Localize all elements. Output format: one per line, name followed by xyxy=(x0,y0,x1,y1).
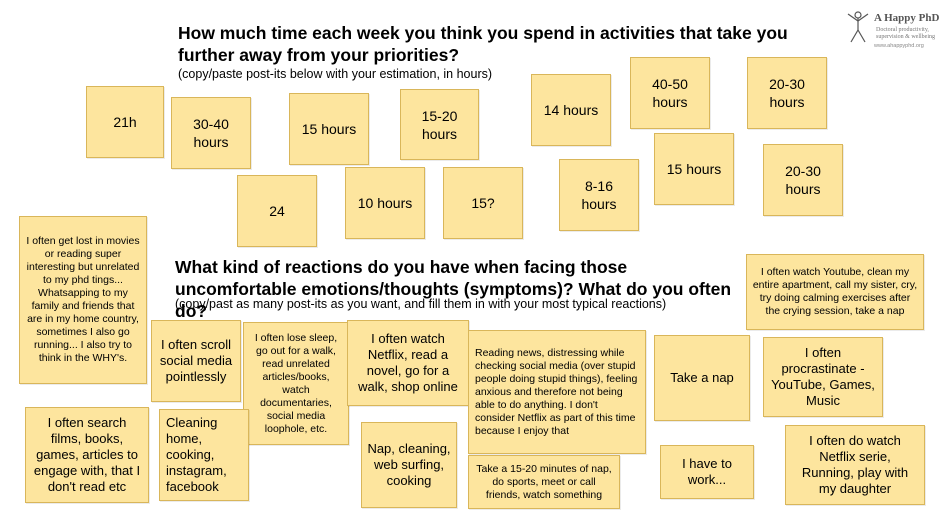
post-it-hours-12[interactable]: 15 hours xyxy=(654,133,734,205)
post-it-reaction-11[interactable]: Nap, cleaning, web surfing, cooking xyxy=(361,422,457,508)
post-it-hours-8[interactable]: 24 xyxy=(237,175,317,247)
logo-name: A Happy PhD xyxy=(874,12,940,24)
post-it-reaction-12[interactable]: Take a 15-20 minutes of nap, do sports, … xyxy=(468,455,620,509)
post-it-reaction-3[interactable]: I often scroll social media pointlessly xyxy=(151,320,241,402)
post-it-hours-6[interactable]: 40-50 hours xyxy=(630,57,710,129)
post-it-reaction-2[interactable]: I often watch Youtube, clean my entire a… xyxy=(746,254,924,330)
question-time-spent: How much time each week you think you sp… xyxy=(178,23,788,65)
stick-figure-icon xyxy=(847,11,869,43)
post-it-reaction-6[interactable]: Reading news, distressing while checking… xyxy=(468,330,646,454)
hint-reactions: (copy/past as many post-its as you want,… xyxy=(175,297,667,311)
post-it-hours-5[interactable]: 14 hours xyxy=(531,74,611,146)
post-it-hours-1[interactable]: 21h xyxy=(86,86,164,158)
post-it-reaction-7[interactable]: Take a nap xyxy=(654,335,750,421)
post-it-hours-4[interactable]: 15-20 hours xyxy=(400,89,479,160)
post-it-reaction-10[interactable]: Cleaning home, cooking, instagram, faceb… xyxy=(159,409,249,501)
post-it-hours-13[interactable]: 20-30 hours xyxy=(763,144,843,216)
logo-tagline: Doctoral productivity, supervision & wel… xyxy=(876,27,935,40)
post-it-reaction-8[interactable]: I often procrastinate - YouTube, Games, … xyxy=(763,337,883,417)
post-it-reaction-14[interactable]: I often do watch Netflix serie, Running,… xyxy=(785,425,925,505)
logo-url: www.ahappyphd.org xyxy=(874,43,924,49)
post-it-hours-10[interactable]: 15? xyxy=(443,167,523,239)
post-it-hours-2[interactable]: 30-40 hours xyxy=(171,97,251,169)
post-it-hours-7[interactable]: 20-30 hours xyxy=(747,57,827,129)
hint-time-spent: (copy/paste post-its below with your est… xyxy=(178,67,493,81)
question-reactions: What kind of reactions do you have when … xyxy=(175,257,732,321)
post-it-reaction-4[interactable]: I often lose sleep, go out for a walk, r… xyxy=(243,322,349,445)
post-it-hours-3[interactable]: 15 hours xyxy=(289,93,369,165)
post-it-reaction-5[interactable]: I often watch Netflix, read a novel, go … xyxy=(347,320,469,406)
post-it-hours-9[interactable]: 10 hours xyxy=(345,167,425,239)
post-it-hours-11[interactable]: 8-16 hours xyxy=(559,159,639,231)
logo: A Happy PhD Doctoral productivity, super… xyxy=(844,10,944,52)
post-it-reaction-9[interactable]: I often search films, books, games, arti… xyxy=(25,407,149,503)
post-it-reaction-13[interactable]: I have to work... xyxy=(660,445,754,499)
post-it-reaction-1[interactable]: I often get lost in movies or reading su… xyxy=(19,216,147,384)
